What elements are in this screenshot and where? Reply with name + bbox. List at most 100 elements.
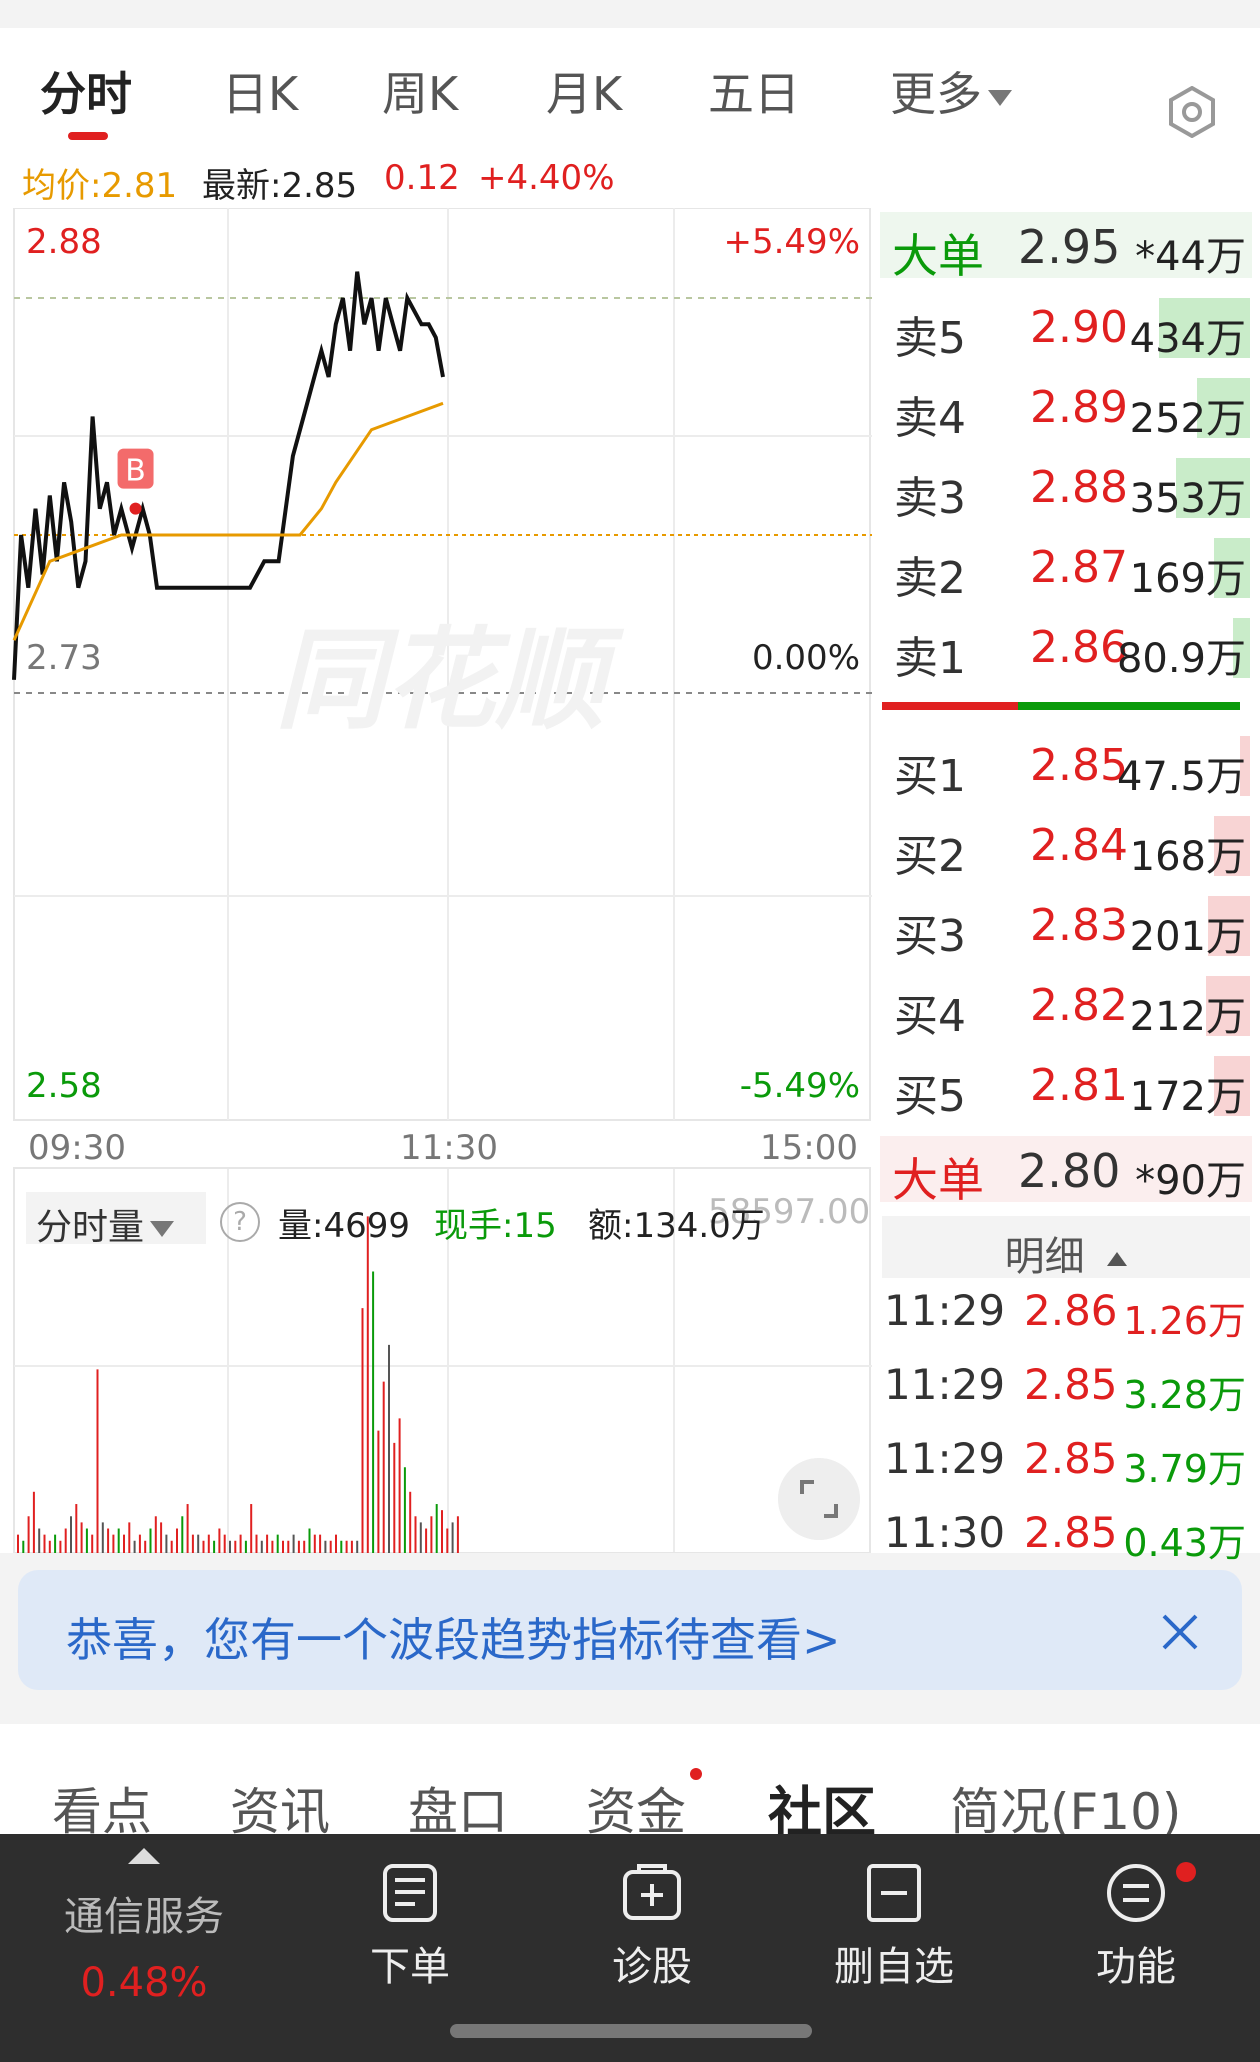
remove-watchlist-label: 删自选 [834,1944,954,1990]
expand-fullscreen-icon[interactable] [778,1458,860,1540]
tab-five-day[interactable]: 五日 [708,58,800,124]
bid-volume: 172万 [1129,1074,1246,1120]
ask-level[interactable]: 卖2 2.87 169万 [882,530,1250,606]
indicator-banner[interactable]: 恭喜，您有一个波段趋势指标待查看> [18,1570,1242,1690]
settings-icon[interactable] [1166,86,1218,138]
big-order-sell-label: 大单 [892,229,984,283]
home-indicator[interactable] [450,2024,812,2038]
trade-tick: 11:30 2.85 0.43万 [884,1500,1252,1570]
ask-price: 2.87 [1030,542,1128,593]
ask-level[interactable]: 卖1 2.86 80.9万 [882,610,1250,686]
bid-volume: 47.5万 [1116,754,1246,800]
bid-level-label: 买4 [894,991,966,1042]
minus-box-icon [867,1864,921,1922]
trade-tick: 11:29 2.86 1.26万 [884,1278,1252,1348]
tick-time: 11:29 [884,1360,1006,1409]
bid-price: 2.83 [1030,900,1128,951]
tick-time: 11:29 [884,1434,1006,1483]
buy-point-dot [129,502,142,515]
ask-volume: 169万 [1129,556,1246,602]
tab-more-label: 更多 [890,67,982,121]
notification-dot [690,1768,702,1780]
bid-volume: 201万 [1129,914,1246,960]
sector-name: 通信服务 [64,1894,224,1940]
tick-price: 2.85 [1024,1360,1118,1409]
bid-level[interactable]: 买2 2.84 168万 [882,808,1250,884]
place-order-button[interactable]: 下单 [310,1862,510,1992]
ask-price: 2.90 [1030,302,1128,353]
tick-volume: 3.79万 [1123,1447,1246,1491]
ask-level-label: 卖3 [894,473,966,524]
ask-level-label: 卖1 [894,633,966,684]
caret-up-icon [128,1848,160,1864]
ask-volume: 434万 [1129,316,1246,362]
bid-level-label: 买3 [894,911,966,962]
bid-level[interactable]: 买4 2.82 212万 [882,968,1250,1044]
tab-intraday[interactable]: 分时 [40,58,132,124]
bid-level[interactable]: 买1 2.85 47.5万 [882,728,1250,804]
banner-text[interactable]: 恭喜，您有一个波段趋势指标待查看> [66,1604,841,1670]
caret-down-icon [150,1221,175,1237]
ask-level[interactable]: 卖4 2.89 252万 [882,370,1250,446]
tab-more[interactable]: 更多 [890,58,1012,124]
tick-price: 2.86 [1024,1286,1118,1335]
bid-price: 2.81 [1030,1060,1128,1111]
price-change: 0.12 [384,158,460,198]
bid-price: 2.85 [1030,740,1128,791]
bid-level[interactable]: 买3 2.83 201万 [882,888,1250,964]
close-icon[interactable] [1160,1612,1200,1652]
big-order-sell[interactable]: 大单 2.95 *44万 [880,212,1252,283]
sector-button[interactable]: 通信服务 0.48% [44,1848,244,2006]
diagnose-button[interactable]: 诊股 [552,1862,752,1992]
price-change-pct: +4.40% [478,158,615,198]
amount-value: 额:134.0万 [588,1206,765,1246]
pct-axis-high: +5.49% [723,222,861,262]
bid-volume: 168万 [1129,834,1246,880]
tab-weekly-k[interactable]: 周K [382,58,458,124]
ask-price: 2.88 [1030,462,1128,513]
tab-daily-k[interactable]: 日K [222,58,298,124]
info-tabs: 看点 资讯 盘口 资金 社区 简况(F10) [0,1724,1260,1844]
time-axis-mid: 11:30 [400,1128,498,1168]
tab-monthly-k[interactable]: 月K [546,58,622,124]
bid-ask-ratio-red [882,702,1018,710]
order-book: 大单 2.95 *44万 卖5 2.90 434万 卖4 2.89 252万 卖… [872,208,1260,1565]
functions-label: 功能 [1096,1944,1176,1990]
price-axis-low: 2.58 [26,1066,102,1106]
time-axis-end: 15:00 [760,1128,858,1168]
bid-level-label: 买1 [894,751,966,802]
big-order-buy[interactable]: 大单 2.80 *90万 [880,1136,1252,1207]
intraday-chart[interactable]: 同花顺 B [0,208,872,1553]
bid-ask-ratio-green [1018,702,1240,710]
bid-level-label: 买5 [894,1071,966,1122]
bid-level[interactable]: 买5 2.81 172万 [882,1048,1250,1124]
tick-volume: 0.43万 [1123,1521,1246,1565]
remove-watchlist-button[interactable]: 删自选 [794,1862,994,1992]
tick-price: 2.85 [1024,1434,1118,1483]
intraday-chart-panel[interactable]: 同花顺 B 2.88 2.73 2.58 +5.49% 0.00% -5.49% … [0,208,872,1553]
ask-level-label: 卖4 [894,393,966,444]
ask-volume: 353万 [1129,476,1246,522]
trade-detail-toggle[interactable]: 明细 [882,1216,1250,1280]
pct-axis-low: -5.49% [739,1066,860,1106]
volume-indicator-select[interactable]: 分时量 [26,1192,206,1248]
tick-volume: 1.26万 [1123,1299,1246,1343]
ask-price: 2.89 [1030,382,1128,433]
ask-volume: 80.9万 [1116,636,1246,682]
ask-level[interactable]: 卖5 2.90 434万 [882,290,1250,366]
ask-level[interactable]: 卖3 2.88 353万 [882,450,1250,526]
sector-change-pct: 0.48% [80,1960,208,2006]
caret-down-icon [988,89,1012,106]
place-order-label: 下单 [370,1944,450,1990]
ask-price: 2.86 [1030,622,1128,673]
tick-volume: 3.28万 [1123,1373,1246,1417]
price-axis-high: 2.88 [26,222,102,262]
big-order-buy-price: 2.80 [1018,1144,1121,1198]
quote-summary: 均价:2.81 最新:2.85 0.12 +4.40% [0,146,1260,208]
order-document-icon [383,1864,437,1922]
menu-circle-icon [1107,1864,1165,1922]
functions-button[interactable]: 功能 [1036,1862,1236,1992]
help-icon[interactable]: ? [220,1202,260,1242]
ask-level-label: 卖5 [894,313,966,364]
bid-price: 2.84 [1030,820,1128,871]
